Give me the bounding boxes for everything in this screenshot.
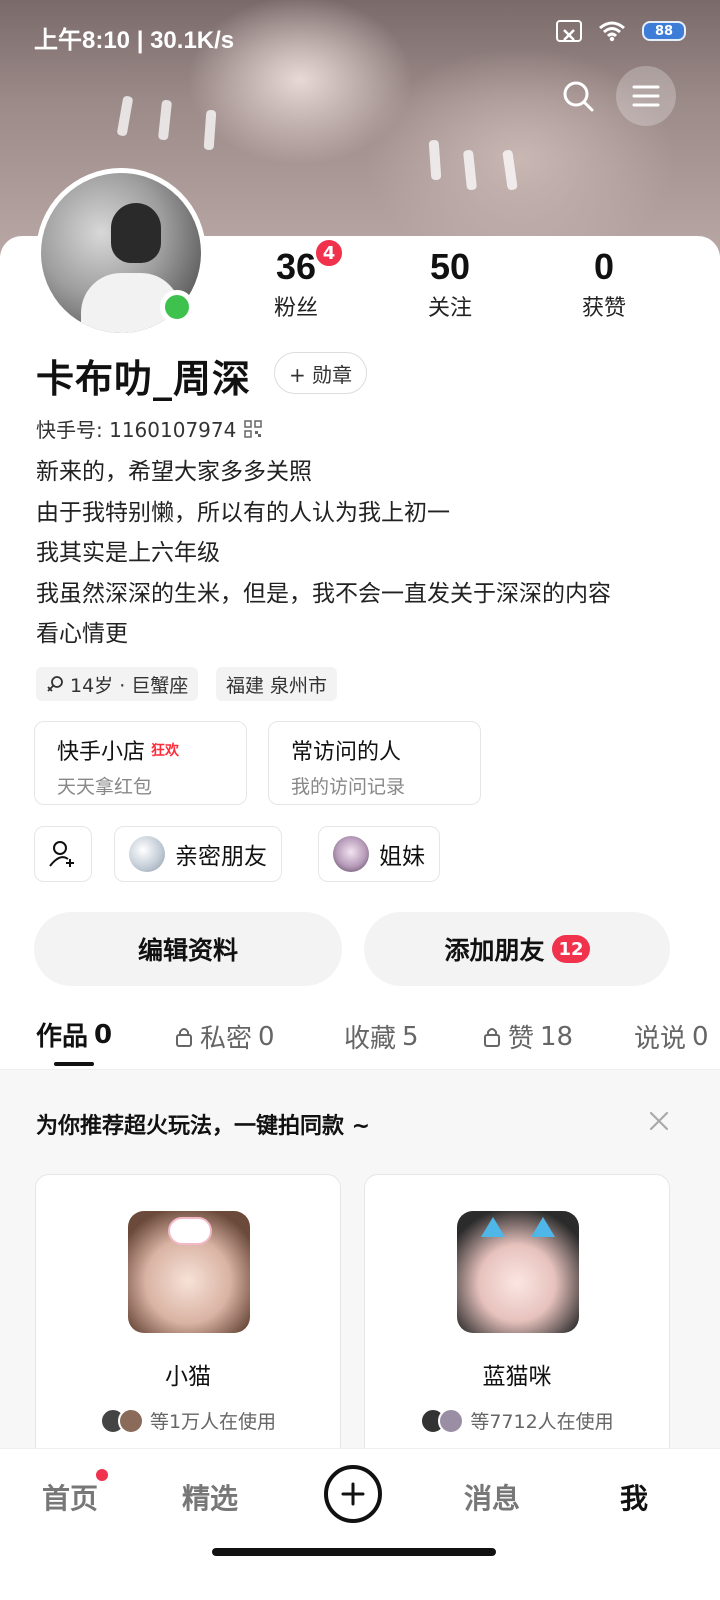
recommend-card-usage: 等1万人在使用 — [36, 1407, 340, 1434]
tab-likes[interactable]: 赞 18 — [482, 1018, 573, 1055]
likes-count: 0 — [593, 246, 615, 287]
menu-button[interactable] — [616, 66, 676, 126]
tab-favorites-count: 5 — [402, 1021, 419, 1052]
wifi-icon — [598, 20, 626, 42]
shop-title: 快手小店 — [57, 740, 146, 765]
bio-line: 看心情更 — [36, 621, 128, 647]
add-friend-badge: 12 — [552, 935, 590, 963]
medal-button[interactable]: + 勋章 — [274, 352, 368, 394]
recommend-card-title: 蓝猫咪 — [482, 1364, 552, 1390]
tab-private-count: 0 — [258, 1021, 275, 1052]
status-bar: 上午8:10 | 30.1K/s 88 — [0, 0, 720, 70]
lock-icon — [176, 1027, 192, 1047]
tab-favorites-label: 收藏 — [344, 1024, 397, 1054]
bio-line: 我虽然深深的生米，但是，我不会一直发关于深深的内容 — [36, 580, 611, 607]
tab-moments-count: 0 — [692, 1021, 709, 1052]
tab-moments-label: 说说 — [634, 1024, 687, 1054]
recommend-title: 为你推荐超火玩法，一键拍同款 ~ — [36, 1114, 371, 1139]
nav-me[interactable]: 我 — [620, 1477, 648, 1517]
user-avatar-mini — [438, 1407, 465, 1434]
age-zodiac-text: 14岁 · 巨蟹座 — [70, 674, 189, 697]
kuaishou-id[interactable]: 快手号: 1160107974 — [36, 414, 263, 443]
tab-private-label: 私密 — [200, 1024, 253, 1054]
age-zodiac-tag: 14岁 · 巨蟹座 — [36, 667, 199, 701]
sisters-label: 姐妹 — [379, 844, 425, 870]
battery-icon: 88 — [642, 21, 686, 41]
bottom-nav: 首页 精选 消息 我 — [0, 1448, 720, 1600]
lock-icon — [484, 1027, 500, 1047]
sim-off-icon — [556, 20, 582, 42]
close-friends-chip[interactable]: 亲密朋友 — [114, 826, 282, 882]
tab-favorites[interactable]: 收藏 5 — [344, 1018, 419, 1055]
add-friend-chip[interactable] — [34, 826, 92, 882]
fans-label: 粉丝 — [273, 296, 318, 321]
home-notification-dot — [96, 1469, 108, 1481]
recommend-thumbnail — [457, 1211, 579, 1333]
status-time-speed: 上午8:10 | 30.1K/s — [34, 27, 235, 54]
usage-text: 等7712人在使用 — [470, 1411, 614, 1433]
stat-likes[interactable]: 0 获赞 — [544, 246, 664, 322]
tab-likes-label: 赞 — [508, 1024, 535, 1054]
create-button[interactable] — [324, 1465, 382, 1523]
online-status-dot — [160, 290, 194, 324]
user-avatar-mini — [117, 1407, 144, 1434]
recommend-card[interactable]: 蓝猫咪 等7712人在使用 — [364, 1174, 670, 1474]
plus-icon — [341, 1482, 365, 1506]
bio-line: 我其实是上六年级 — [36, 540, 220, 566]
visitors-subtitle: 我的访问记录 — [291, 776, 406, 798]
tab-likes-count: 18 — [540, 1021, 574, 1052]
nav-messages[interactable]: 消息 — [464, 1477, 520, 1517]
tab-works[interactable]: 作品 0 — [36, 1016, 112, 1053]
location-tag: 福建 泉州市 — [216, 667, 338, 701]
bio-line: 新来的，希望大家多多关照 — [36, 459, 312, 485]
recommend-card[interactable]: 小猫 等1万人在使用 — [35, 1174, 341, 1474]
recommend-card-usage: 等7712人在使用 — [365, 1407, 669, 1434]
qr-code-icon — [244, 419, 263, 438]
recommend-card-title: 小猫 — [165, 1364, 211, 1390]
nav-featured[interactable]: 精选 — [182, 1477, 238, 1517]
kuaishou-shop-card[interactable]: 快手小店 狂欢 天天拿红包 — [34, 721, 247, 805]
bio-line: 由于我特别懒，所以有的人认为我上初一 — [36, 499, 450, 526]
stat-following[interactable]: 50 关注 — [390, 246, 510, 322]
close-icon[interactable] — [646, 1108, 672, 1134]
add-user-icon — [49, 841, 74, 867]
likes-label: 获赞 — [581, 296, 626, 321]
following-label: 关注 — [427, 296, 472, 321]
following-count: 50 — [429, 246, 471, 287]
close-friends-avatar — [129, 836, 165, 872]
tab-private[interactable]: 私密 0 — [174, 1018, 275, 1055]
search-button[interactable] — [548, 66, 608, 126]
kuaishou-id-text: 快手号: 1160107974 — [36, 418, 237, 442]
tab-moments[interactable]: 说说 0 — [634, 1018, 720, 1055]
active-tab-indicator — [54, 1062, 94, 1066]
hot-badge: 狂欢 — [151, 743, 180, 759]
home-indicator — [212, 1548, 496, 1556]
frequent-visitors-card[interactable]: 常访问的人 我的访问记录 — [268, 721, 481, 805]
sisters-chip[interactable]: 姐妹 — [318, 826, 440, 882]
profile-name: 卡布叻_周深 — [36, 357, 252, 401]
usage-text: 等1万人在使用 — [149, 1411, 277, 1433]
menu-icon — [632, 85, 660, 107]
gender-icon — [47, 676, 63, 692]
fans-new-badge: 4 — [314, 238, 344, 268]
close-friends-label: 亲密朋友 — [175, 844, 267, 870]
recommend-thumbnail — [128, 1211, 250, 1333]
add-friend-button[interactable]: 添加朋友 12 — [364, 912, 670, 986]
visitors-title: 常访问的人 — [291, 740, 402, 765]
search-icon — [563, 81, 594, 112]
edit-profile-label: 编辑资料 — [137, 936, 238, 965]
tab-works-label: 作品 — [36, 1022, 89, 1052]
sisters-avatar — [333, 836, 369, 872]
shop-subtitle: 天天拿红包 — [57, 776, 153, 798]
profile-bio: 新来的，希望大家多多关照 由于我特别懒，所以有的人认为我上初一 我其实是上六年级… — [36, 452, 611, 655]
tab-works-count: 0 — [94, 1019, 113, 1050]
add-friend-label: 添加朋友 — [444, 936, 545, 965]
edit-profile-button[interactable]: 编辑资料 — [34, 912, 342, 986]
nav-home[interactable]: 首页 — [42, 1477, 98, 1517]
